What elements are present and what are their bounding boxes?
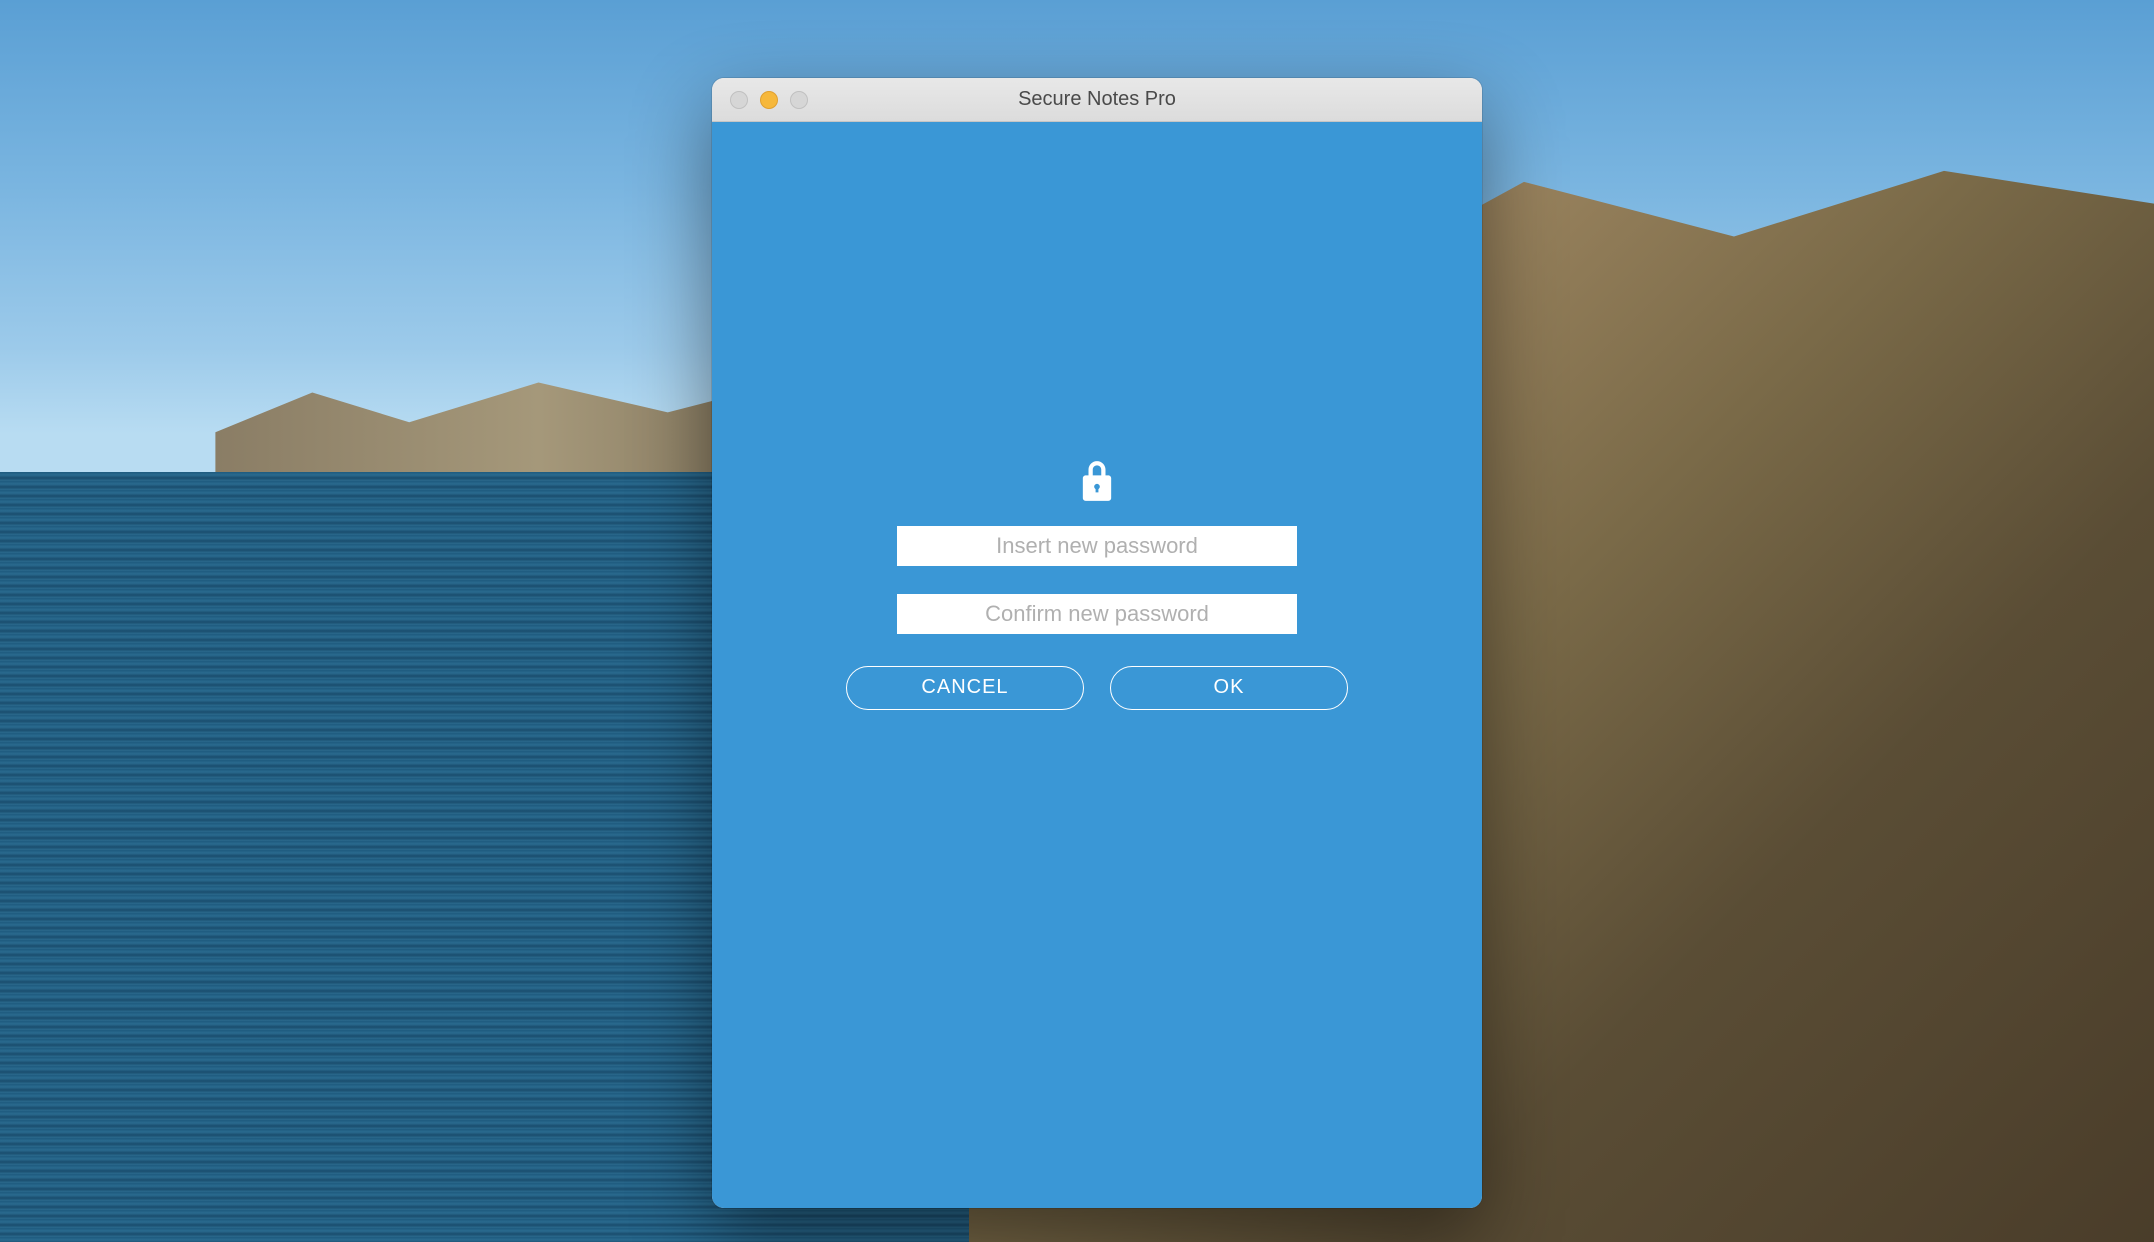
new-password-input[interactable] <box>897 526 1297 566</box>
confirm-password-input[interactable] <box>897 594 1297 634</box>
window-title: Secure Notes Pro <box>1018 88 1176 111</box>
ok-button[interactable]: OK <box>1110 666 1348 710</box>
cancel-button[interactable]: CANCEL <box>846 666 1084 710</box>
lock-icon <box>1080 461 1114 506</box>
button-row: CANCEL OK <box>846 666 1348 710</box>
app-content: CANCEL OK <box>712 122 1482 1208</box>
window-titlebar[interactable]: Secure Notes Pro <box>712 78 1482 122</box>
traffic-lights <box>730 91 808 109</box>
maximize-button[interactable] <box>790 91 808 109</box>
minimize-button[interactable] <box>760 91 778 109</box>
app-window: Secure Notes Pro CANCEL OK <box>712 78 1482 1208</box>
close-button[interactable] <box>730 91 748 109</box>
